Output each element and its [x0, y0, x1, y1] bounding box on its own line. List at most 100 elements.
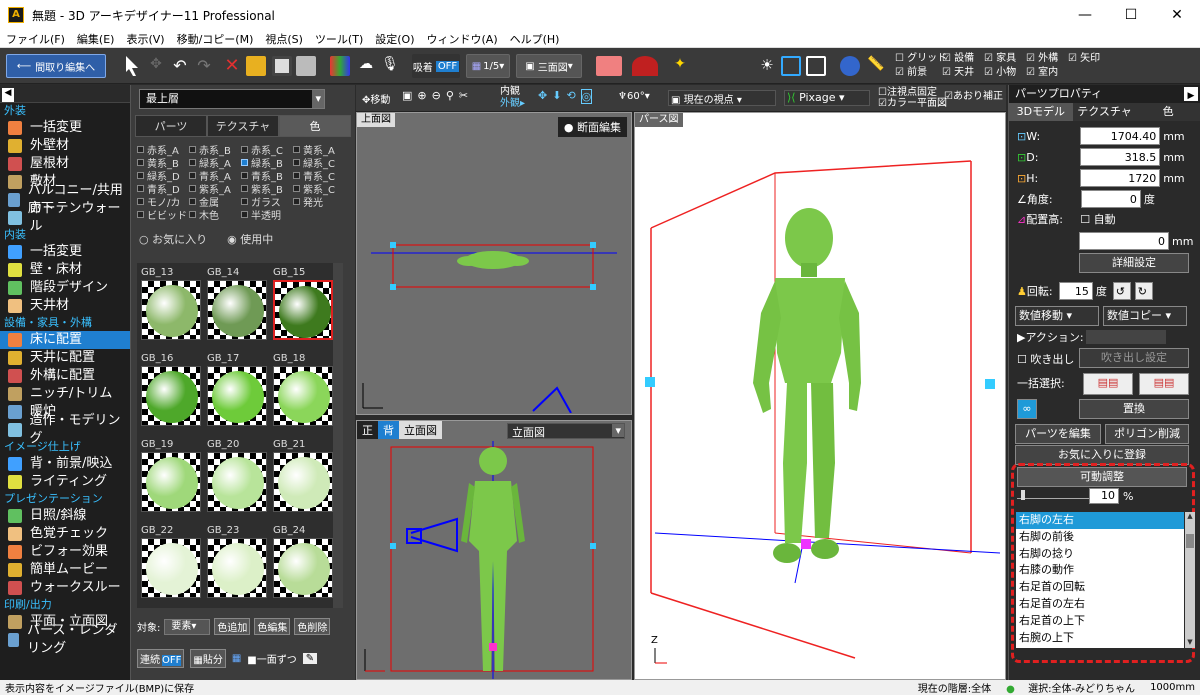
tab-color[interactable]: 色	[279, 115, 351, 137]
menu-file[interactable]: ファイル(F)	[0, 31, 71, 47]
zoom-out-icon[interactable]: ⊖	[432, 89, 441, 102]
percent-input[interactable]: 10	[1089, 488, 1119, 504]
cloud-icon[interactable]: ☁	[356, 56, 376, 76]
paint-bucket-icon[interactable]	[840, 56, 860, 76]
sidebar-item[interactable]: 色覚チェック	[0, 525, 130, 543]
sidebar-item[interactable]: 屋根材	[0, 155, 130, 173]
exterior-checkbox[interactable]: ☑ 外構	[1026, 52, 1058, 66]
sidebar-item[interactable]: ビフォー効果	[0, 543, 130, 561]
scroll-thumb[interactable]	[1186, 534, 1194, 548]
tab-parts[interactable]: パーツ	[135, 115, 207, 137]
save-icon[interactable]	[272, 56, 292, 76]
polygon-reduce-button[interactable]: ポリゴン削減	[1105, 424, 1189, 444]
slider-thumb[interactable]	[1021, 490, 1025, 500]
sidebar-item[interactable]: 日照/斜線	[0, 507, 130, 525]
zoom-in-icon[interactable]: ⊕	[417, 89, 426, 102]
scroll-up-icon[interactable]: ▲	[1185, 512, 1195, 522]
sidebar-item[interactable]: 造作・モデリング	[0, 413, 130, 446]
angle-input[interactable]: 0	[1080, 190, 1141, 208]
small-items-checkbox[interactable]: ☑ 小物	[984, 66, 1016, 80]
sidebar-item[interactable]: カーテンウォール	[0, 201, 130, 234]
menu-move-copy[interactable]: 移動/コピー(M)	[171, 31, 260, 47]
print-icon[interactable]	[296, 56, 316, 76]
move-icon[interactable]: ✥	[146, 56, 166, 76]
undo-icon[interactable]: ↶	[170, 56, 190, 76]
color-swatch[interactable]: GB_20	[207, 439, 267, 512]
fix-target-checkbox[interactable]: ☐注視点固定	[878, 87, 947, 98]
joint-list-item[interactable]: 右足首の左右	[1016, 596, 1184, 613]
pixage-dropdown[interactable]: ⟩⟨ Pixage ▾	[784, 90, 870, 106]
color-swatch[interactable]: GB_23	[207, 525, 267, 598]
sidebar-item[interactable]: 天井に配置	[0, 349, 130, 367]
equipment-checkbox[interactable]: ☑ 設備	[942, 52, 974, 66]
target-dropdown[interactable]: 要素▾	[164, 618, 211, 635]
menu-viewpoint[interactable]: 視点(S)	[259, 31, 309, 47]
sidebar-item[interactable]: 背・前景/映込	[0, 455, 130, 473]
bubble-settings-button[interactable]: 吹き出し設定	[1079, 348, 1189, 368]
color-group-checkbox[interactable]: ビビッド	[137, 208, 189, 222]
sidebar-item[interactable]: パース・レンダリング	[0, 623, 130, 656]
color-swatch[interactable]: GB_18	[273, 353, 333, 426]
joint-list-item[interactable]: 右膝の動作	[1016, 562, 1184, 579]
joint-list-item[interactable]: 右脚の前後	[1016, 529, 1184, 546]
viewpoint-dropdown[interactable]: ▣ 現在の視点 ▾	[668, 90, 776, 106]
tilt-correction-checkbox[interactable]: ☑あおり補正	[944, 87, 1003, 102]
rotate-ccw-icon[interactable]: ↺	[1112, 282, 1131, 300]
edit-parts-button[interactable]: パーツを編集	[1015, 424, 1101, 444]
color-plan-checkbox[interactable]: ☑カラー平面図	[878, 98, 947, 109]
numeric-copy-dropdown[interactable]: 数値コピー ▾	[1103, 306, 1187, 326]
color-swatch[interactable]: GB_13	[141, 267, 201, 340]
continuous-toggle[interactable]: 連続 OFF	[137, 649, 185, 668]
scroll-down-icon[interactable]: ▼	[1185, 638, 1195, 648]
tools-icon[interactable]: ✂	[459, 89, 468, 102]
back-to-floorplan-button[interactable]: ⟵ 間取り編集へ	[6, 54, 106, 78]
bubble-checkbox[interactable]: ☐ 吹き出し	[1017, 351, 1074, 367]
collapse-left-icon[interactable]: ◀	[2, 88, 14, 102]
snap-toggle[interactable]: 吸着 OFF	[412, 54, 460, 78]
menu-settings[interactable]: 設定(O)	[369, 31, 420, 47]
rotation-input[interactable]: 15	[1058, 282, 1093, 300]
color-swatch[interactable]: GB_21	[273, 439, 333, 512]
magic-wand-icon[interactable]: ✦	[670, 56, 690, 76]
menu-view[interactable]: 表示(V)	[120, 31, 170, 47]
maximize-button[interactable]: ☐	[1108, 7, 1154, 23]
width-input[interactable]: 1704.40	[1080, 127, 1161, 145]
sidebar-item[interactable]: ライティング	[0, 473, 130, 491]
color-swatch[interactable]: GB_15	[273, 267, 333, 340]
register-favorite-button[interactable]: お気に入りに登録	[1015, 445, 1189, 465]
front-checkbox[interactable]: ☑ 前景	[895, 66, 947, 80]
color-swatch[interactable]: GB_22	[141, 525, 201, 598]
color-swatch[interactable]: GB_19	[141, 439, 201, 512]
grid-checkbox[interactable]: ☐ グリッド	[895, 52, 947, 66]
sidebar-item[interactable]: 一括変更	[0, 243, 130, 261]
auto-checkbox[interactable]: ☐ 自動	[1080, 211, 1115, 227]
joint-list-scrollbar[interactable]: ▲ ▼	[1185, 512, 1195, 648]
add-color-button[interactable]: 色追加	[214, 618, 251, 635]
delete-color-button[interactable]: 色削除	[294, 618, 331, 635]
close-button[interactable]: ✕	[1154, 7, 1200, 23]
color-group-checkbox[interactable]: 発光	[293, 195, 345, 209]
fov-dropdown[interactable]: ♆60°▾	[618, 91, 650, 102]
floor-dropdown[interactable]: 最上層 ▾	[139, 89, 325, 109]
sidebar-item[interactable]: 床に配置	[0, 331, 130, 349]
exterior-view-label[interactable]: 外観▸	[500, 98, 525, 110]
replace-button[interactable]: 置換	[1079, 399, 1189, 419]
fit-view-icon[interactable]	[781, 56, 801, 76]
tile-icon[interactable]: ▦	[232, 653, 241, 664]
color-swatch[interactable]: GB_14	[207, 267, 267, 340]
detail-settings-button[interactable]: 詳細設定	[1079, 253, 1189, 273]
view-mode-dropdown[interactable]: ▣ 三面図 ▾	[516, 54, 582, 78]
walk-icon[interactable]: ⚲	[446, 89, 454, 102]
collapse-right-icon[interactable]: ▶	[1184, 87, 1198, 101]
render-icon[interactable]	[330, 56, 350, 76]
edit-color-button[interactable]: 色編集	[254, 618, 291, 635]
color-swatch[interactable]: GB_24	[273, 525, 333, 598]
sidebar-item[interactable]: 天井材	[0, 297, 130, 315]
pan-icon[interactable]: ✥	[538, 89, 547, 104]
down-icon[interactable]: ⬇	[552, 89, 561, 104]
menu-help[interactable]: ヘルプ(H)	[504, 31, 566, 47]
tab-color-right[interactable]: 色	[1136, 103, 1200, 121]
cursor-icon[interactable]	[126, 56, 138, 76]
ceiling-checkbox[interactable]: ☑ 天井	[942, 66, 974, 80]
top-view-viewport[interactable]: 上面図 ● 断面編集	[356, 112, 632, 415]
